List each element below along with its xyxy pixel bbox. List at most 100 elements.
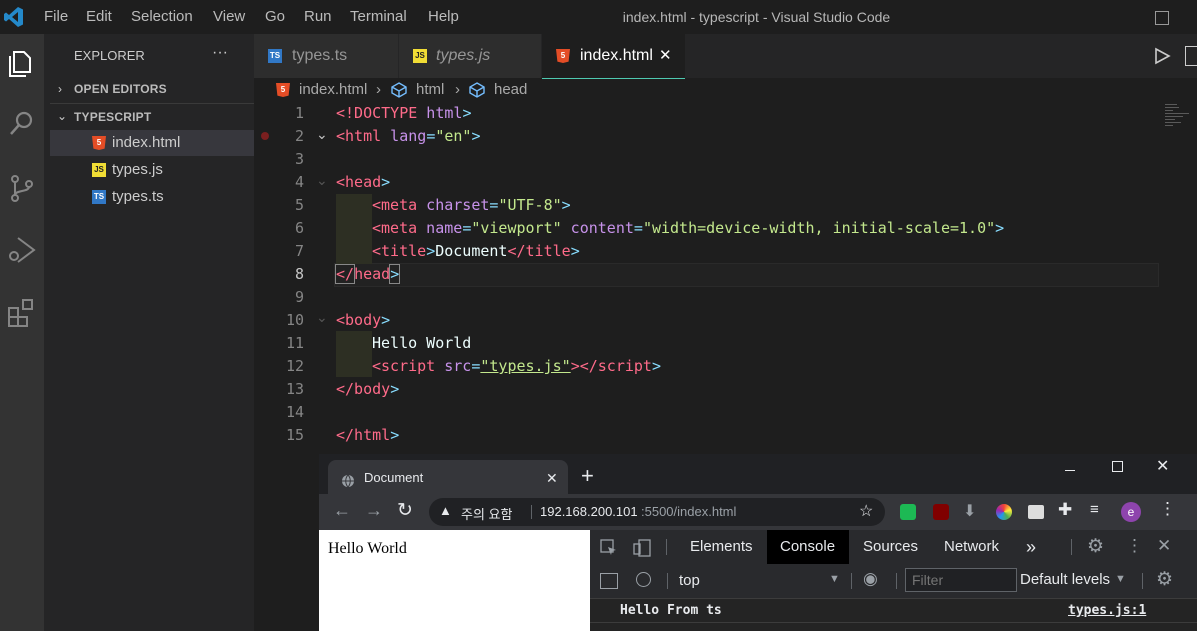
line-number: 8 xyxy=(294,265,304,283)
element-icon xyxy=(391,82,407,98)
line-number: 3 xyxy=(294,150,304,168)
close-window-icon[interactable]: ✕ xyxy=(1156,456,1169,476)
run-icon[interactable] xyxy=(1153,47,1171,65)
devtools-menu-icon[interactable]: ⋮ xyxy=(1126,536,1143,556)
line-number: 9 xyxy=(294,288,304,306)
line-number: 6 xyxy=(294,219,304,237)
log-source-link[interactable]: types.js:1 xyxy=(1068,603,1146,618)
profile-avatar[interactable]: e xyxy=(1121,502,1141,522)
line-number: 12 xyxy=(285,357,304,375)
close-tab-icon[interactable]: ✕ xyxy=(659,34,672,78)
fold-chevron-icon[interactable]: ⌄ xyxy=(316,126,328,143)
sidebar-toggle-icon[interactable] xyxy=(600,573,618,589)
restore-icon[interactable] xyxy=(1155,11,1169,25)
warning-icon: ▲ xyxy=(439,503,452,518)
new-tab-button[interactable]: + xyxy=(581,463,594,489)
open-editors-section[interactable]: › OPEN EDITORS xyxy=(50,76,254,102)
log-levels-select[interactable]: Default levels xyxy=(1020,571,1110,588)
devtools-tab-elements[interactable]: Elements xyxy=(690,530,753,564)
media-queue-icon[interactable]: ≡ xyxy=(1090,501,1099,518)
download-extension-icon[interactable]: ⬇ xyxy=(963,501,976,521)
more-actions-icon[interactable]: ··· xyxy=(212,44,228,62)
console-settings-icon[interactable]: ⚙ xyxy=(1156,568,1173,591)
devtools-tab-sources[interactable]: Sources xyxy=(863,530,918,564)
line-number: 7 xyxy=(294,242,304,260)
address-bar[interactable]: ▲ 주의 요함 192.168.200.101 :5500/index.html… xyxy=(429,498,885,526)
breadcrumb-file[interactable]: index.html xyxy=(299,78,367,102)
line-number: 14 xyxy=(285,403,304,421)
folder-label: TYPESCRIPT xyxy=(74,110,152,124)
url-path: :5500/index.html xyxy=(641,504,737,519)
tab-types-js[interactable]: JS types.js xyxy=(399,34,541,78)
breadcrumb-head[interactable]: head xyxy=(494,78,527,102)
js-file-icon: JS xyxy=(92,163,106,178)
fold-chevron-icon[interactable]: ⌄ xyxy=(316,172,328,189)
indent-guide xyxy=(336,331,372,377)
line-number: 13 xyxy=(285,380,304,398)
printer-extension-icon[interactable] xyxy=(1028,505,1044,519)
element-icon xyxy=(469,82,485,98)
console-toolbar: top ▼ ◉ Default levels ▼ ⚙ xyxy=(590,564,1197,599)
devtools-tab-network[interactable]: Network xyxy=(944,530,999,564)
window-title: index.html - typescript - Visual Studio … xyxy=(622,9,891,25)
browser-tab-title: Document xyxy=(364,470,424,485)
globe-icon xyxy=(342,474,354,488)
ublock-extension-icon[interactable] xyxy=(933,504,949,520)
breadcrumb-html[interactable]: html xyxy=(416,78,444,102)
file-item-types-js[interactable]: JS types.js xyxy=(50,157,254,183)
line-number: 5 xyxy=(294,196,304,214)
device-toolbar-icon[interactable] xyxy=(632,538,652,558)
forward-icon[interactable]: → xyxy=(365,500,383,521)
code-line: <meta charset="UTF-8"> xyxy=(372,196,571,214)
close-devtools-icon[interactable]: ✕ xyxy=(1157,536,1171,556)
shield-extension-icon[interactable] xyxy=(900,504,916,520)
code-line: <script src="types.js"></script> xyxy=(372,357,661,375)
maximize-icon[interactable] xyxy=(1112,461,1123,472)
open-editors-label: OPEN EDITORS xyxy=(74,82,167,96)
back-icon[interactable]: ← xyxy=(333,500,351,521)
divider xyxy=(531,505,532,519)
eye-icon[interactable]: ◉ xyxy=(863,569,878,589)
divider xyxy=(1071,539,1072,555)
code-line: </body> xyxy=(336,380,400,398)
context-select[interactable]: top xyxy=(679,572,700,589)
code-line: <!DOCTYPE html> xyxy=(336,104,472,122)
dropdown-arrow-icon: ▼ xyxy=(829,573,840,585)
page-viewport: Hello World xyxy=(319,530,590,631)
inspect-element-icon[interactable] xyxy=(600,539,618,557)
bookmark-star-icon[interactable]: ☆ xyxy=(859,501,873,521)
reload-icon[interactable]: ↻ xyxy=(397,499,413,522)
source-control-icon[interactable] xyxy=(4,170,40,206)
file-name: types.ts xyxy=(112,188,164,205)
extensions-icon[interactable] xyxy=(4,294,40,330)
devtools-panel: Elements Console Sources Network » ⚙ ⋮ ✕… xyxy=(590,530,1197,631)
minimap[interactable] xyxy=(1165,102,1197,142)
code-line: </head> xyxy=(334,264,401,284)
code-line: <title>Document</title> xyxy=(372,242,580,260)
divider xyxy=(896,573,897,589)
tab-label: types.ts xyxy=(292,47,348,64)
run-debug-icon[interactable] xyxy=(4,232,40,268)
search-icon[interactable] xyxy=(4,106,40,142)
tab-index-html[interactable]: 5 index.html ✕ xyxy=(542,34,685,79)
file-name: types.js xyxy=(112,161,163,178)
explorer-icon[interactable] xyxy=(4,44,40,80)
clear-console-icon[interactable] xyxy=(636,572,651,587)
tab-types-ts[interactable]: TS types.ts xyxy=(254,34,398,78)
ts-file-icon: TS xyxy=(268,49,282,63)
file-item-types-ts[interactable]: TS types.ts xyxy=(50,184,254,210)
more-tabs-icon[interactable]: » xyxy=(1026,530,1036,564)
console-filter-input[interactable] xyxy=(905,568,1017,592)
extensions-puzzle-icon[interactable]: ✚ xyxy=(1058,500,1072,520)
folder-section[interactable]: ⌄ TYPESCRIPT xyxy=(50,103,254,130)
minimize-icon[interactable] xyxy=(1065,470,1075,471)
kebab-menu-icon[interactable]: ⋮ xyxy=(1159,499,1176,519)
file-item-index-html[interactable]: 5 index.html xyxy=(50,130,254,156)
color-extension-icon[interactable] xyxy=(996,504,1012,520)
settings-gear-icon[interactable]: ⚙ xyxy=(1087,535,1104,558)
devtools-tab-console[interactable]: Console xyxy=(780,530,835,564)
fold-chevron-icon[interactable]: ⌄ xyxy=(316,309,328,326)
line-number: 15 xyxy=(285,426,304,444)
close-tab-icon[interactable]: ✕ xyxy=(546,470,558,487)
split-editor-icon[interactable] xyxy=(1185,46,1197,66)
